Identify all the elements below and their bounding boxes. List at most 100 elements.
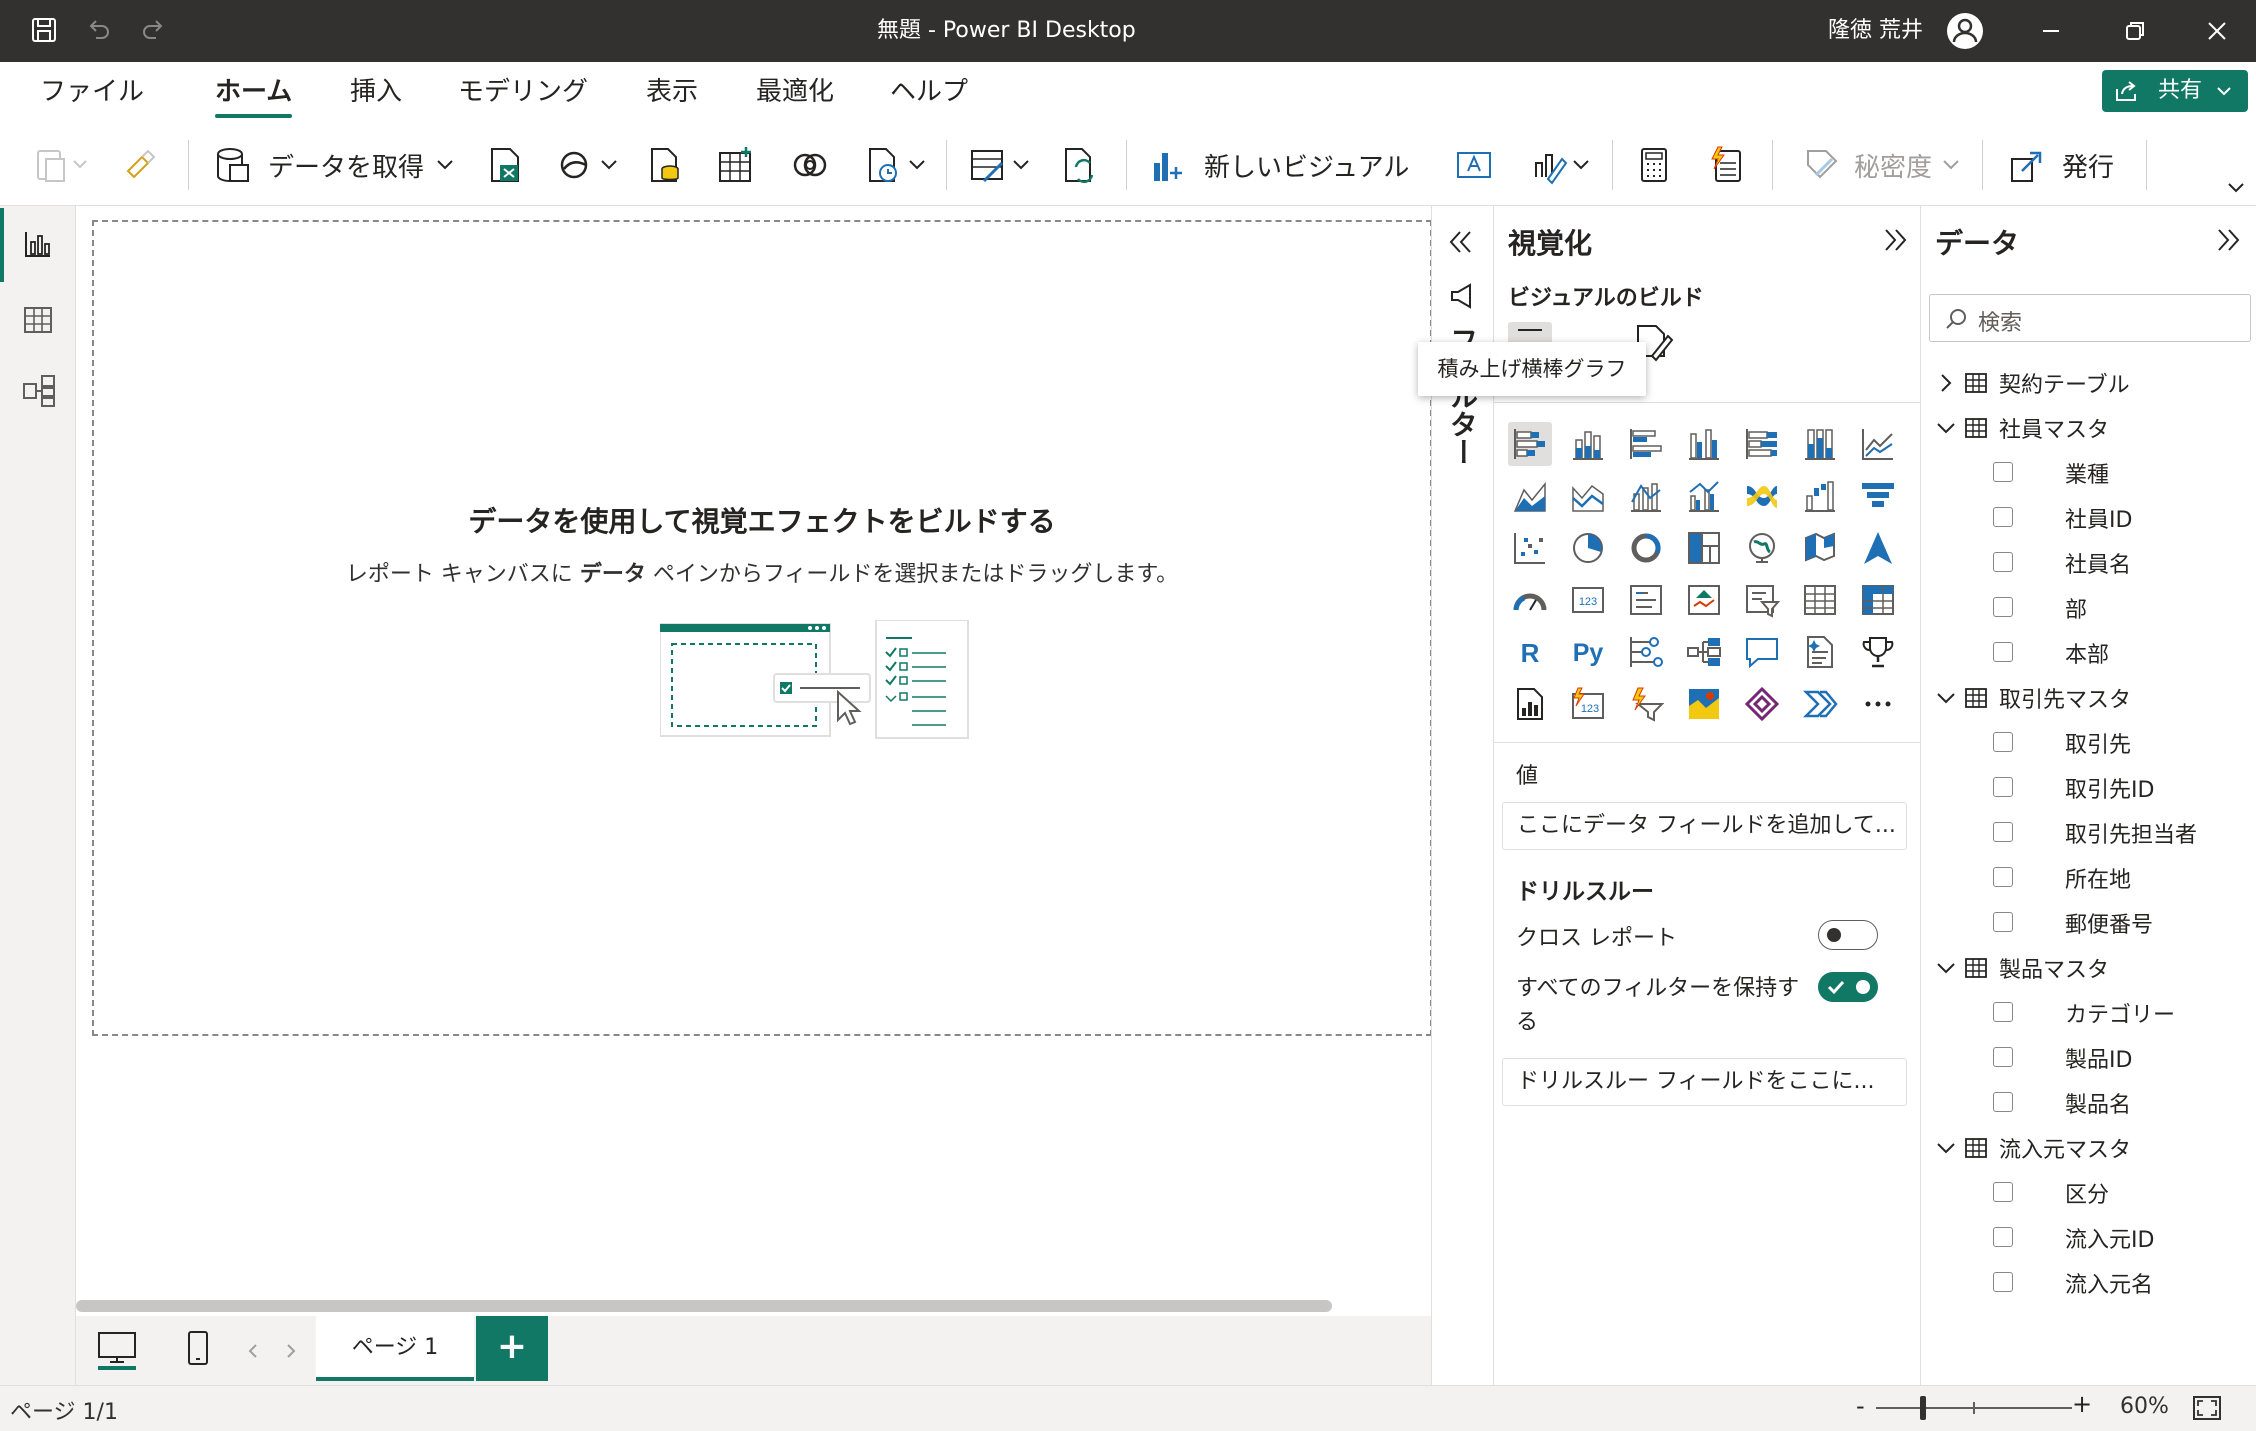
field-row[interactable]: 取引先 — [1921, 720, 2256, 765]
waterfall-chart-icon[interactable] — [1798, 474, 1842, 518]
line-stacked-column-chart-icon[interactable] — [1624, 474, 1668, 518]
menu-help[interactable]: ヘルプ — [890, 62, 968, 124]
field-row[interactable]: 部 — [1921, 585, 2256, 630]
line-clustered-column-chart-icon[interactable] — [1682, 474, 1726, 518]
funnel-chart-icon[interactable] — [1856, 474, 1900, 518]
field-checkbox[interactable] — [1993, 912, 2013, 932]
redo-icon[interactable] — [140, 16, 168, 44]
arcgis-map-icon[interactable] — [1682, 682, 1726, 726]
paste-button[interactable] — [34, 124, 90, 206]
power-automate-icon[interactable] — [1624, 682, 1668, 726]
field-checkbox[interactable] — [1993, 1182, 2013, 1202]
desktop-layout-icon[interactable] — [96, 1330, 138, 1370]
field-row[interactable]: 取引先ID — [1921, 765, 2256, 810]
chevron-down-icon[interactable] — [1935, 957, 1957, 979]
field-checkbox[interactable] — [1993, 1227, 2013, 1247]
paginated-report-icon[interactable] — [1508, 682, 1552, 726]
enter-data-button[interactable] — [716, 124, 756, 206]
clustered-column-chart-icon[interactable] — [1682, 422, 1726, 466]
chevron-right-icon[interactable] — [1935, 372, 1957, 394]
ribbon-chart-icon[interactable] — [1740, 474, 1784, 518]
zoom-level[interactable]: 60% — [2120, 1394, 2169, 1419]
onelake-button[interactable] — [556, 124, 622, 206]
map-icon[interactable] — [1740, 526, 1784, 570]
menu-optimize[interactable]: 最適化 — [756, 62, 834, 124]
refresh-button[interactable] — [1060, 124, 1100, 206]
dataflow-button[interactable] — [644, 124, 684, 206]
close-icon[interactable] — [2206, 20, 2228, 42]
report-view-icon[interactable] — [22, 228, 54, 260]
field-row[interactable]: 取引先担当者 — [1921, 810, 2256, 855]
excel-button[interactable] — [484, 124, 524, 206]
collapse-data-icon[interactable] — [2213, 226, 2243, 254]
field-row[interactable]: 本部 — [1921, 630, 2256, 675]
field-row[interactable]: 所在地 — [1921, 855, 2256, 900]
zoom-slider-thumb[interactable] — [1920, 1396, 1927, 1420]
field-checkbox[interactable] — [1993, 777, 2013, 797]
multi-row-card-icon[interactable] — [1624, 578, 1668, 622]
field-row[interactable]: 社員ID — [1921, 495, 2256, 540]
filled-map-icon[interactable] — [1798, 526, 1842, 570]
goals-trophy-icon[interactable] — [1856, 630, 1900, 674]
r-script-visual-icon[interactable]: R — [1508, 630, 1552, 674]
next-page-icon[interactable] — [284, 1342, 298, 1360]
chevron-down-icon[interactable] — [1935, 417, 1957, 439]
field-row[interactable]: 製品名 — [1921, 1080, 2256, 1125]
field-checkbox[interactable] — [1993, 1272, 2013, 1292]
field-row[interactable]: 流入元ID — [1921, 1215, 2256, 1260]
stacked-column-chart-icon[interactable] — [1566, 422, 1610, 466]
keep-filters-toggle[interactable] — [1818, 972, 1878, 1002]
card-icon[interactable]: 123 — [1566, 578, 1610, 622]
clustered-bar-chart-icon[interactable] — [1624, 422, 1668, 466]
pie-chart-icon[interactable] — [1566, 526, 1610, 570]
format-painter-button[interactable] — [122, 124, 158, 206]
dataverse-button[interactable] — [790, 124, 830, 206]
menu-modeling[interactable]: モデリング — [458, 62, 588, 124]
azure-map-icon[interactable] — [1856, 526, 1900, 570]
table-row[interactable]: 取引先マスタ — [1921, 675, 2256, 720]
field-checkbox[interactable] — [1993, 867, 2013, 887]
area-chart-icon[interactable] — [1508, 474, 1552, 518]
chevron-down-icon[interactable] — [1935, 1137, 1957, 1159]
new-measure-button[interactable] — [1634, 124, 1674, 206]
stacked-bar-chart-icon[interactable] — [1508, 422, 1552, 466]
100-stacked-column-chart-icon[interactable] — [1798, 422, 1842, 466]
transform-data-button[interactable] — [968, 124, 1038, 206]
more-visuals-button[interactable] — [1528, 124, 1598, 206]
field-checkbox[interactable] — [1993, 552, 2013, 572]
field-checkbox[interactable] — [1993, 1092, 2013, 1112]
key-influencers-icon[interactable] — [1624, 630, 1668, 674]
chevron-down-icon[interactable] — [1935, 687, 1957, 709]
field-checkbox[interactable] — [1993, 1047, 2013, 1067]
cross-report-toggle[interactable] — [1818, 920, 1878, 950]
fit-to-page-icon[interactable] — [2192, 1394, 2222, 1422]
python-visual-icon[interactable]: Py — [1566, 630, 1610, 674]
field-row[interactable]: 社員名 — [1921, 540, 2256, 585]
field-row[interactable]: 郵便番号 — [1921, 900, 2256, 945]
qa-visual-icon[interactable] — [1740, 630, 1784, 674]
share-button[interactable]: 共有 — [2102, 70, 2248, 112]
restore-icon[interactable] — [2124, 20, 2146, 42]
field-row[interactable]: 区分 — [1921, 1170, 2256, 1215]
new-visual-button[interactable]: 新しいビジュアル — [1148, 124, 1409, 206]
report-canvas[interactable]: データを使用して視覚エフェクトをビルドする レポート キャンバスに データ ペイ… — [92, 220, 1432, 1036]
matrix-icon[interactable] — [1856, 578, 1900, 622]
slicer-icon[interactable] — [1740, 578, 1784, 622]
menu-file[interactable]: ファイル — [40, 62, 144, 124]
power-automate-flow-icon[interactable] — [1798, 682, 1842, 726]
menu-home[interactable]: ホーム — [215, 62, 293, 124]
minimize-icon[interactable] — [2040, 20, 2062, 42]
mobile-layout-icon[interactable] — [186, 1330, 210, 1368]
field-checkbox[interactable] — [1993, 732, 2013, 752]
field-checkbox[interactable] — [1993, 507, 2013, 527]
save-icon[interactable] — [30, 16, 58, 44]
text-box-button[interactable] — [1454, 124, 1494, 206]
smart-narrative-icon[interactable] — [1798, 630, 1842, 674]
table-visual-icon[interactable] — [1798, 578, 1842, 622]
ribbon-collapse-icon[interactable] — [2226, 180, 2246, 196]
collapse-viz-icon[interactable] — [1880, 226, 1910, 254]
table-row[interactable]: 流入元マスタ — [1921, 1125, 2256, 1170]
100-stacked-bar-chart-icon[interactable] — [1740, 422, 1784, 466]
treemap-icon[interactable] — [1682, 526, 1726, 570]
quick-measure-button[interactable] — [1706, 124, 1746, 206]
